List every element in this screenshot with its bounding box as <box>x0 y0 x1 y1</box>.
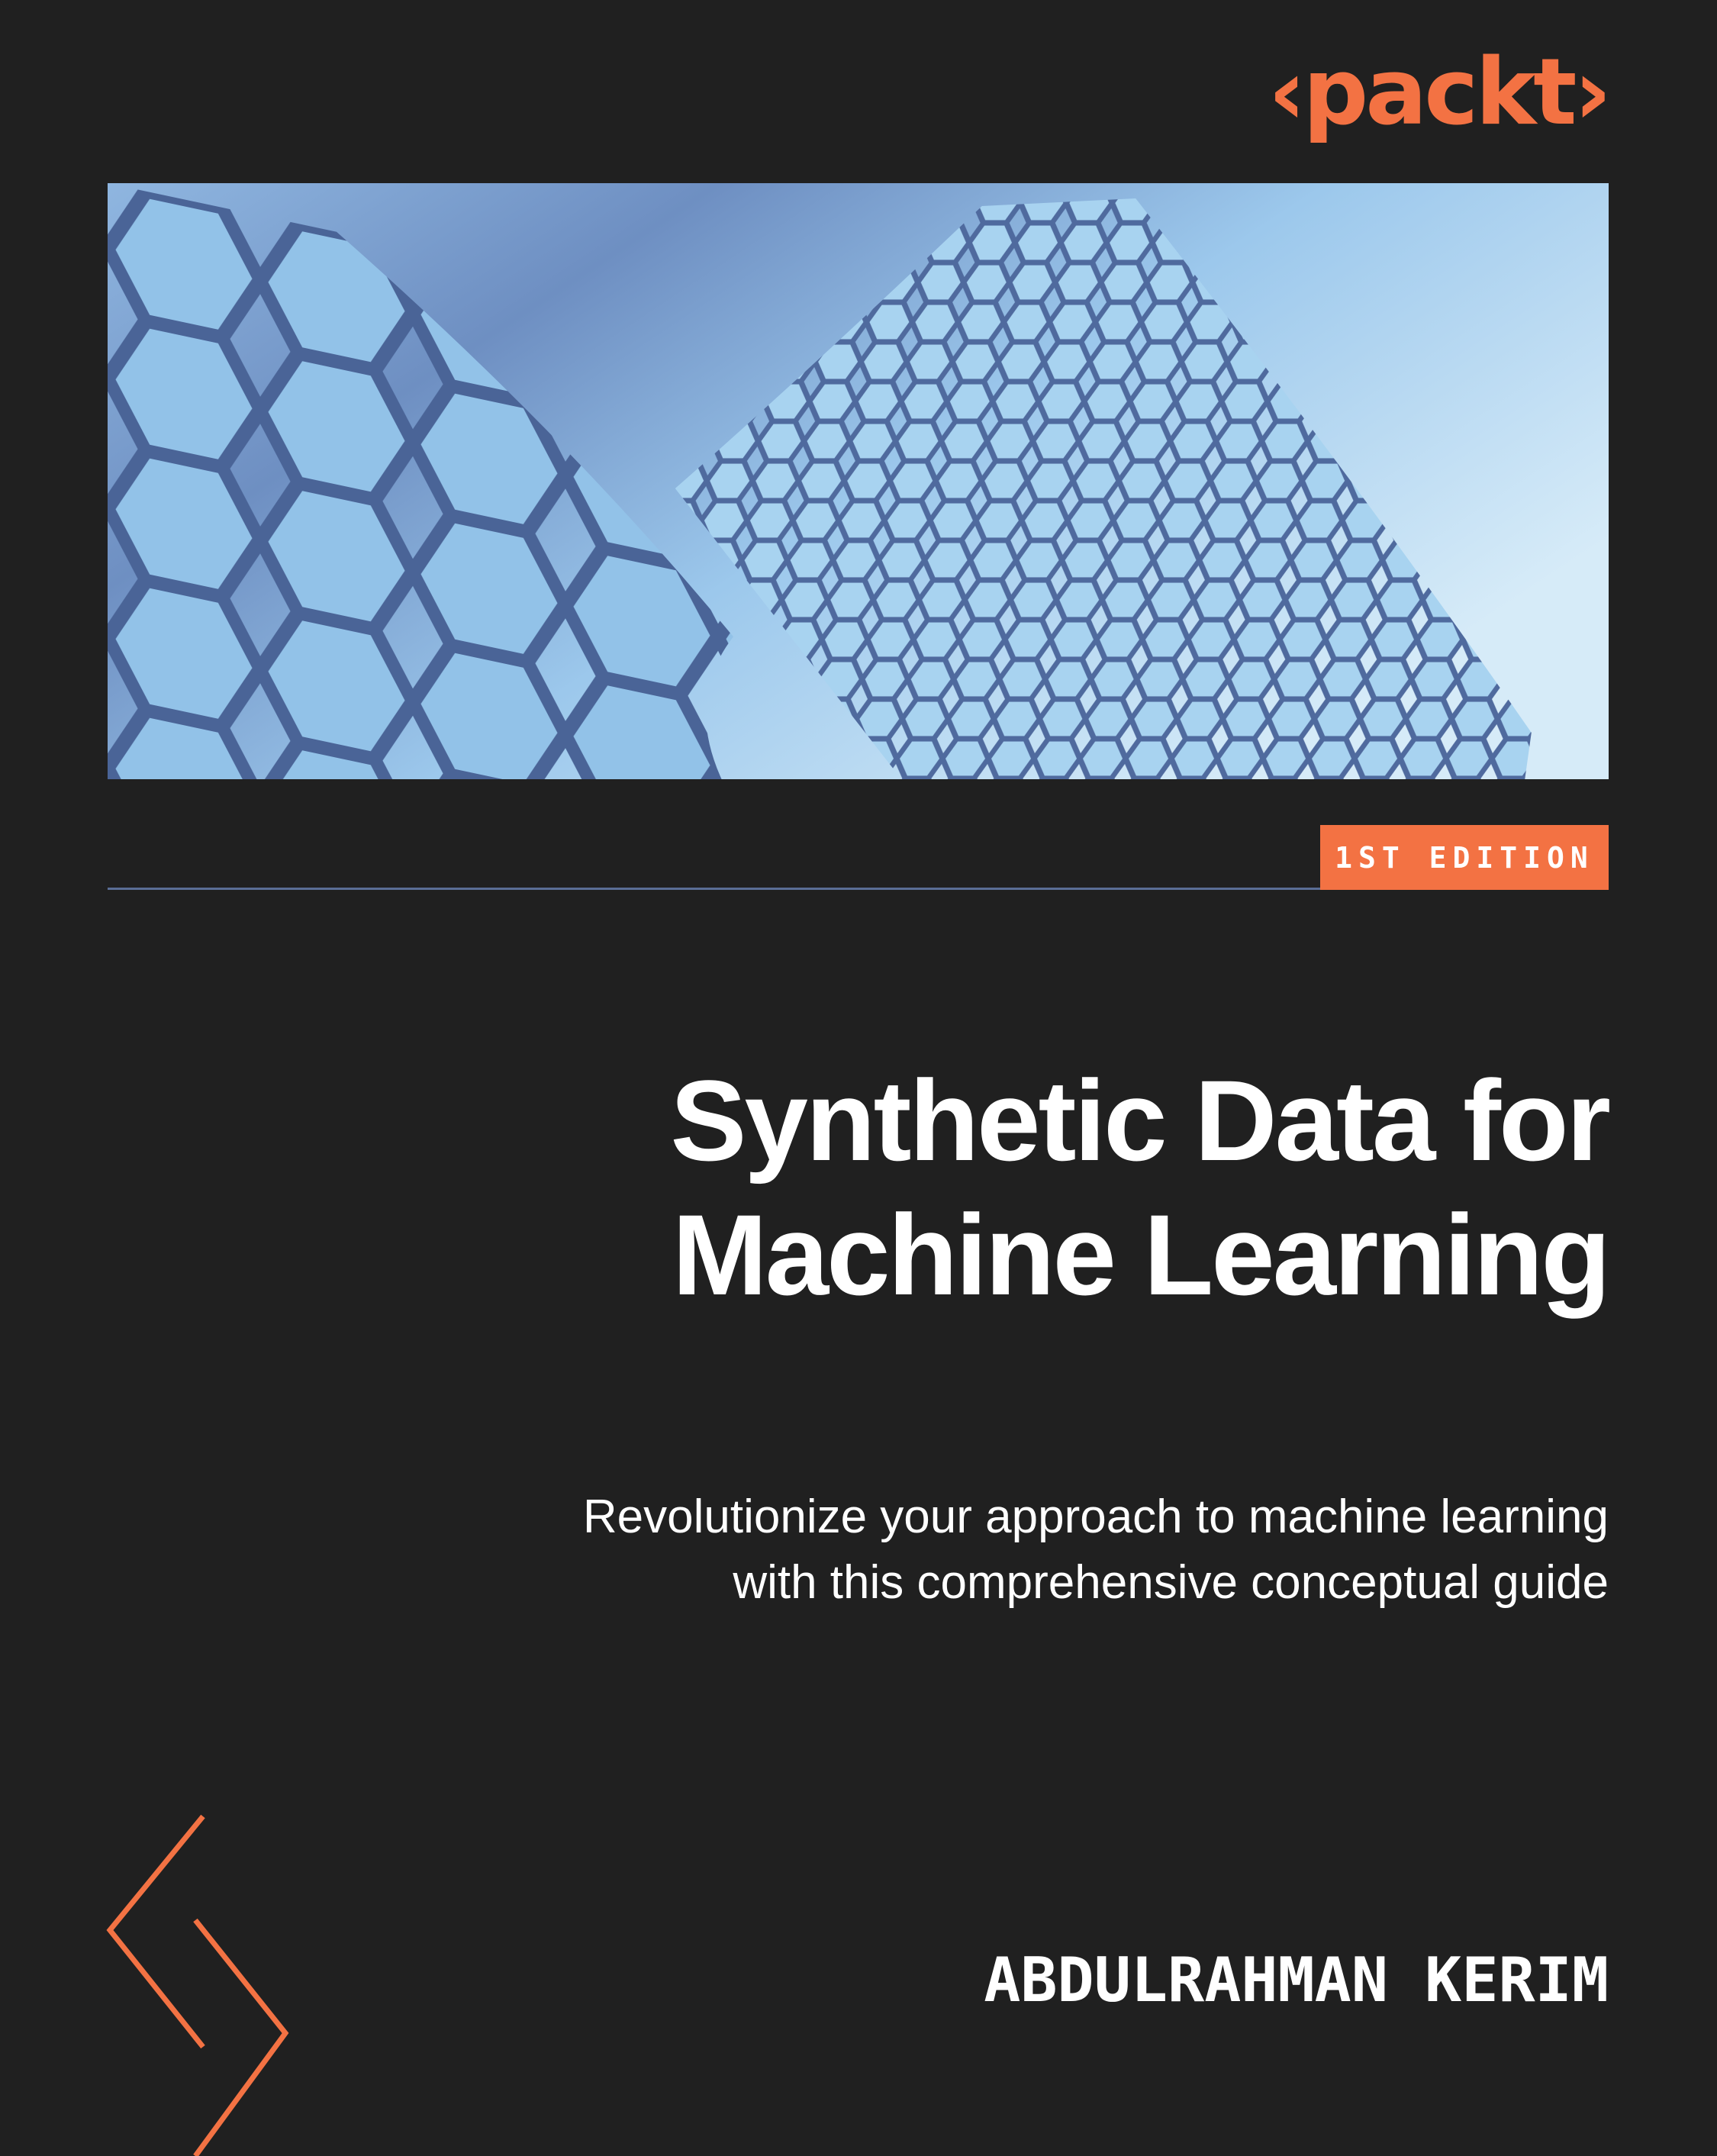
title-line-2: Machine Learning <box>672 1191 1611 1319</box>
cover-image-hexagon-mesh <box>108 183 1609 779</box>
subtitle-line-2: with this comprehensive conceptual guide <box>733 1556 1609 1609</box>
book-subtitle: Revolutionize your approach to machine l… <box>583 1484 1609 1616</box>
subtitle-line-1: Revolutionize your approach to machine l… <box>582 1491 1609 1543</box>
chevron-icon <box>106 1814 289 2156</box>
author-name: ABDULRAHMAN KERIM <box>984 1945 1609 2016</box>
title-line-1: Synthetic Data for <box>670 1056 1611 1184</box>
packt-logo: ‹packt› <box>1268 40 1612 146</box>
divider-line <box>108 888 1321 890</box>
book-title: Synthetic Data for Machine Learning <box>670 1053 1611 1322</box>
edition-badge: 1ST EDITION <box>1320 825 1609 890</box>
